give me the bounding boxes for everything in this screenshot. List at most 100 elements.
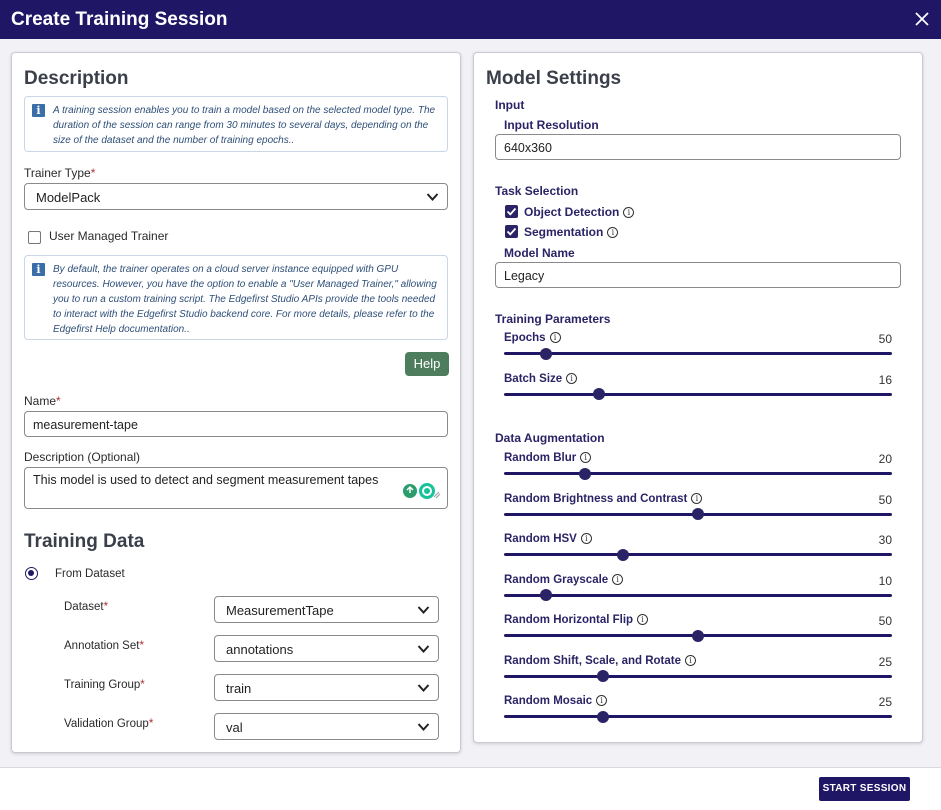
slider-thumb[interactable]: [692, 629, 704, 642]
training-group-label: Training Group*: [64, 679, 145, 691]
slider-track[interactable]: [504, 593, 892, 597]
trainer-type-select[interactable]: ModelPack: [24, 183, 448, 210]
slider-value: 20: [878, 452, 892, 466]
slider-value: 16: [878, 372, 892, 387]
info-circle-icon[interactable]: i: [685, 654, 696, 666]
info-circle-icon[interactable]: i: [623, 207, 635, 219]
from-dataset-radio[interactable]: [25, 567, 38, 580]
info-circle-icon[interactable]: i: [596, 695, 608, 707]
info-circle-icon[interactable]: i: [607, 227, 619, 239]
description-textarea[interactable]: This model is used to detect and segment…: [24, 467, 448, 509]
from-dataset-label: From Dataset: [55, 568, 125, 580]
slider-thumb[interactable]: [579, 467, 592, 480]
session-info-text: A training session enables you to train …: [53, 105, 436, 146]
slider-label-text: Random Horizontal Flip: [504, 614, 634, 626]
slider-thumb[interactable]: [539, 347, 552, 360]
chevron-down-icon: [426, 193, 439, 201]
info-circle-icon[interactable]: i: [580, 452, 592, 464]
user-managed-checkbox[interactable]: [28, 231, 41, 244]
dialog-footer: START SESSION: [0, 767, 941, 810]
help-button[interactable]: Help: [405, 352, 449, 376]
model-name-label: Model Name: [504, 246, 575, 260]
info-circle-icon[interactable]: i: [549, 332, 561, 344]
dialog-body: Description i A training session enables…: [0, 39, 941, 767]
info-circle-icon[interactable]: i: [691, 492, 703, 504]
info-circle-icon[interactable]: i: [566, 372, 578, 384]
writing-assistant-icons[interactable]: [403, 482, 441, 500]
validation-group-label: Validation Group*: [64, 718, 154, 730]
object-detection-checkbox[interactable]: [505, 205, 518, 218]
slider-thumb[interactable]: [692, 508, 704, 520]
slider-label-text: Batch Size: [504, 372, 563, 385]
model-settings-panel: Model Settings Input Input Resolution 64…: [473, 52, 923, 743]
slider-label: Batch Size i: [504, 372, 578, 385]
slider-thumb[interactable]: [539, 589, 552, 601]
input-section-heading: Input: [495, 98, 525, 112]
info-circle-icon[interactable]: i: [612, 573, 624, 585]
training-data-heading: Training Data: [24, 531, 145, 552]
name-input-value: measurement-tape: [33, 418, 138, 432]
radio-dot: [28, 570, 34, 576]
annotation-set-value: annotations: [226, 642, 294, 657]
slider-value: 50: [878, 332, 892, 346]
slider-label: Epochs i: [504, 332, 561, 344]
annotation-set-select[interactable]: annotations: [214, 635, 439, 662]
checkmark-icon: [506, 207, 517, 216]
description-textarea-value: This model is used to detect and segment…: [33, 473, 379, 487]
create-training-session-dialog: Create Training Session Description i A …: [0, 0, 941, 810]
data-augmentation-heading: Data Augmentation: [495, 431, 605, 445]
slider-label: Random Horizontal Flip i: [504, 614, 649, 626]
info-icon: i: [32, 263, 45, 276]
info-icon: i: [32, 104, 45, 117]
slider-track[interactable]: [504, 352, 892, 355]
segmentation-label: Segmentation i: [524, 225, 619, 239]
segmentation-checkbox[interactable]: [505, 225, 518, 238]
slider-track[interactable]: [504, 472, 892, 475]
slider-value: 50: [878, 614, 892, 628]
dataset-value: MeasurementTape: [226, 603, 334, 618]
slider-track[interactable]: [504, 674, 892, 678]
object-detection-label: Object Detection i: [524, 205, 635, 219]
input-resolution-value: 640x360: [504, 141, 552, 155]
description-optional-label: Description (Optional): [24, 450, 141, 464]
info-circle-icon[interactable]: i: [580, 533, 592, 545]
slider-thumb[interactable]: [617, 548, 630, 561]
dataset-select[interactable]: MeasurementTape: [214, 596, 439, 623]
close-icon[interactable]: [913, 10, 931, 28]
training-group-select[interactable]: train: [214, 674, 439, 701]
training-parameters-heading: Training Parameters: [495, 312, 611, 326]
slider-track[interactable]: [504, 392, 892, 396]
name-input[interactable]: measurement-tape: [24, 411, 448, 437]
trainer-info-text: By default, the trainer operates on a cl…: [53, 264, 437, 335]
slider-label: Random Grayscale i: [504, 573, 624, 586]
input-resolution-input[interactable]: 640x360: [495, 134, 901, 160]
task-selection-heading: Task Selection: [495, 184, 579, 198]
slider-thumb[interactable]: [596, 710, 609, 723]
slider-track[interactable]: [504, 715, 892, 718]
slider-thumb[interactable]: [593, 388, 606, 400]
info-circle-icon[interactable]: i: [637, 614, 649, 626]
annotation-set-label: Annotation Set*: [64, 640, 144, 652]
model-name-input[interactable]: Legacy: [495, 262, 901, 288]
name-label: Name*: [24, 394, 61, 408]
slider-value: 30: [878, 533, 892, 547]
description-panel: Description i A training session enables…: [11, 52, 461, 753]
slider-value: 25: [878, 654, 892, 669]
slider-label: Random HSV i: [504, 533, 592, 545]
chevron-down-icon: [417, 645, 430, 653]
slider-label: Random Brightness and Contrast i: [504, 492, 703, 505]
slider-thumb[interactable]: [596, 670, 609, 682]
validation-group-select[interactable]: val: [214, 713, 439, 740]
textarea-tools: [403, 482, 441, 505]
slider-label-text: Random Brightness and Contrast: [504, 492, 688, 505]
slider-label-text: Epochs: [504, 332, 546, 344]
chevron-down-icon: [417, 606, 430, 614]
trainer-type-label: Trainer Type*: [24, 166, 96, 180]
slider-track[interactable]: [504, 553, 892, 556]
start-session-button[interactable]: START SESSION: [819, 777, 910, 801]
validation-group-value: val: [226, 720, 243, 735]
training-group-value: train: [226, 681, 252, 696]
slider-label-text: Random Grayscale: [504, 573, 609, 586]
slider-value: 10: [878, 573, 892, 588]
slider-value: 50: [878, 492, 892, 507]
